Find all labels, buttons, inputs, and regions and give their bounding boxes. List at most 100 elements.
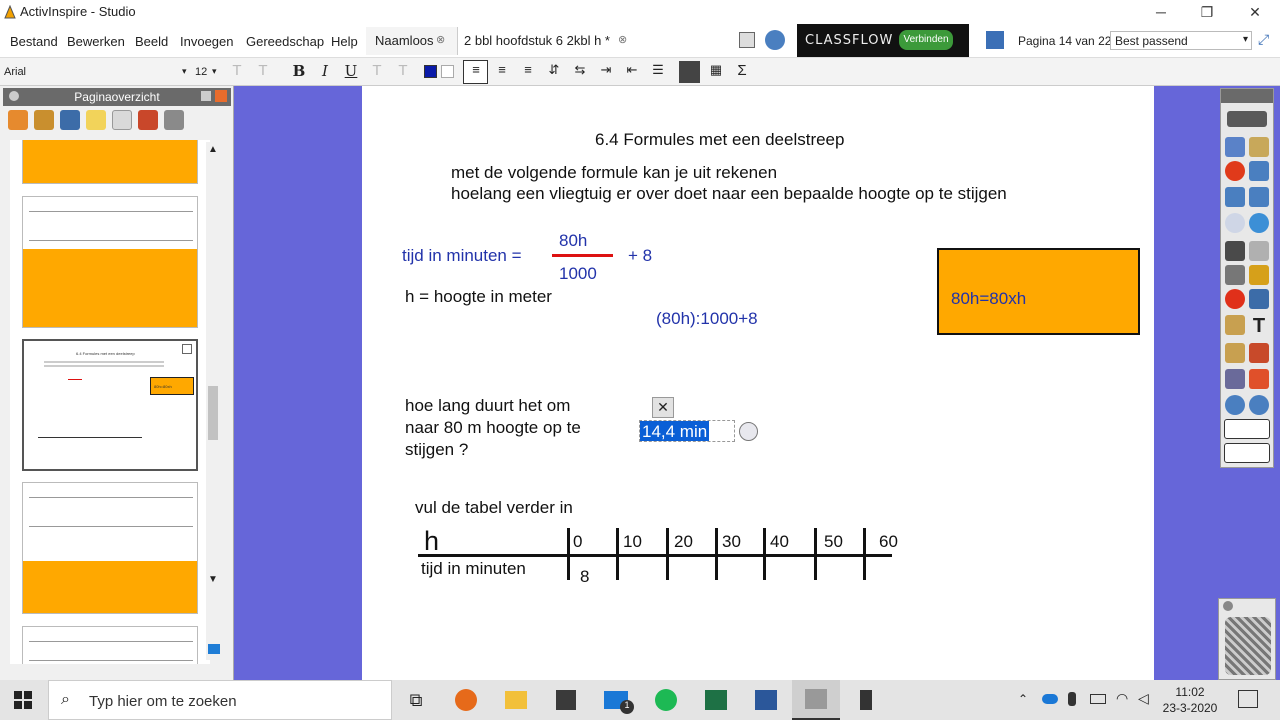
spacing-icon[interactable]: ⇆: [569, 62, 591, 82]
fullscreen-icon[interactable]: ⤢: [1258, 31, 1269, 48]
connect-button[interactable]: Verbinden: [899, 30, 953, 50]
page-browser-icon[interactable]: [8, 110, 28, 130]
text-edit-box[interactable]: 14,4 min: [639, 420, 735, 442]
tab-naamloos[interactable]: Naamloos ⊗: [366, 27, 458, 55]
answer-text-selected[interactable]: 14,4 min: [640, 421, 710, 441]
scrollbar-thumb[interactable]: [208, 386, 218, 440]
page-thumbnail[interactable]: [22, 626, 198, 664]
minimize-button[interactable]: ─: [1138, 0, 1184, 24]
bullet-list-icon[interactable]: ☰: [647, 62, 669, 82]
page-thumbnail-selected[interactable]: 6.4 Formules met een deelstreep 80h=80xh: [22, 339, 198, 471]
object-browser-icon[interactable]: [60, 110, 80, 130]
maximize-button[interactable]: ❐: [1184, 0, 1230, 24]
firefox-icon[interactable]: [442, 680, 490, 720]
resource-browser-icon[interactable]: [34, 110, 54, 130]
mail-icon[interactable]: [592, 680, 640, 720]
notes-browser-icon[interactable]: [86, 110, 106, 130]
page-thumbnail[interactable]: [22, 482, 198, 614]
clipboard-icon[interactable]: [1225, 343, 1245, 363]
subscript-icon[interactable]: T: [392, 62, 414, 82]
reset-icon[interactable]: [1225, 213, 1245, 233]
tab-active-document[interactable]: 2 bbl hoofdstuk 6 2kbl h * ⊗: [458, 27, 636, 55]
pen-icon[interactable]: [1225, 265, 1245, 285]
phone-icon[interactable]: [842, 680, 890, 720]
voting-browser-icon[interactable]: [164, 110, 184, 130]
word-icon[interactable]: [742, 680, 790, 720]
forward-icon[interactable]: [1249, 187, 1269, 207]
flipchart-icon[interactable]: [1249, 137, 1269, 157]
scroll-down-icon[interactable]: ▼: [208, 574, 218, 585]
redo-icon[interactable]: [1249, 395, 1269, 415]
text-color-button[interactable]: [424, 65, 437, 78]
panel-option-icon[interactable]: [215, 90, 227, 102]
align-center-icon[interactable]: ≡: [491, 62, 513, 82]
bold-button[interactable]: B: [288, 62, 310, 82]
scroll-up-icon[interactable]: ▲: [208, 144, 218, 155]
page-thumbnail[interactable]: [22, 140, 198, 184]
battery-icon[interactable]: [1090, 694, 1106, 704]
menu-help[interactable]: Help: [331, 34, 358, 49]
excel-icon[interactable]: [692, 680, 740, 720]
pen-width-selector[interactable]: [1224, 419, 1270, 439]
pen-color-selector[interactable]: [1224, 443, 1270, 463]
line-spacing-icon[interactable]: ⇵: [543, 62, 565, 82]
italic-button[interactable]: I: [314, 62, 336, 82]
align-right-icon[interactable]: ≡: [517, 62, 539, 82]
rotate-handle-icon[interactable]: [739, 422, 758, 441]
microphone-icon[interactable]: [1068, 692, 1076, 706]
select-icon[interactable]: [1225, 241, 1245, 261]
font-size-select[interactable]: 12: [195, 66, 207, 78]
text-tool-icon[interactable]: T: [1249, 315, 1269, 337]
fill-icon[interactable]: [1225, 315, 1245, 335]
web-icon[interactable]: [1249, 213, 1269, 233]
flipchart-page[interactable]: 6.4 Formules met een deelstreep met de v…: [362, 86, 1154, 680]
menu-beeld[interactable]: Beeld: [135, 34, 168, 49]
record-icon[interactable]: [1225, 161, 1245, 181]
volume-icon[interactable]: ◁: [1138, 690, 1149, 707]
grow-font-icon[interactable]: T: [226, 62, 248, 82]
notification-icon[interactable]: [1238, 690, 1258, 708]
outdent-icon[interactable]: ⇤: [621, 62, 643, 82]
rocket-icon[interactable]: [765, 30, 785, 50]
magic-icon[interactable]: [1249, 241, 1269, 261]
menu-gereedschap[interactable]: Gereedschap: [246, 34, 324, 49]
task-view-icon[interactable]: ⧉: [392, 680, 440, 720]
camera-icon[interactable]: [1249, 161, 1269, 181]
clock[interactable]: 11:02 23-3-2020: [1160, 684, 1220, 716]
store-icon[interactable]: [542, 680, 590, 720]
panel-close-icon[interactable]: [9, 91, 19, 101]
page-icon[interactable]: [1225, 137, 1245, 157]
table-icon[interactable]: ▦: [705, 62, 727, 82]
file-explorer-icon[interactable]: [492, 680, 540, 720]
timer-icon[interactable]: [1225, 369, 1245, 389]
shape-icon[interactable]: [1225, 289, 1245, 309]
refresh-icon[interactable]: [1249, 369, 1269, 389]
shrink-font-icon[interactable]: T: [252, 62, 274, 82]
indent-icon[interactable]: ⇥: [595, 62, 617, 82]
action-browser-icon[interactable]: [138, 110, 158, 130]
close-tab-icon[interactable]: ⊗: [436, 33, 445, 46]
document-icon[interactable]: [739, 32, 755, 48]
snowflake-icon[interactable]: [986, 31, 1004, 49]
undo-icon[interactable]: [1225, 395, 1245, 415]
activinspire-taskbar-icon[interactable]: [792, 680, 840, 720]
delete-object-button[interactable]: ✕: [652, 397, 674, 418]
fill-color-button[interactable]: [441, 65, 454, 78]
page-options-icon[interactable]: [182, 344, 192, 354]
menu-invoegen[interactable]: Invoegen: [180, 34, 234, 49]
wifi-icon[interactable]: ◠: [1116, 690, 1128, 707]
sum-icon[interactable]: Σ: [731, 62, 753, 82]
share-icon[interactable]: [1227, 111, 1267, 127]
spotify-icon[interactable]: [642, 680, 690, 720]
zoom-select[interactable]: Best passend ▾: [1110, 31, 1252, 50]
answer-box[interactable]: 80h=80xh: [937, 248, 1140, 335]
panel-pin-icon[interactable]: [201, 91, 211, 101]
zoom-slider[interactable]: [206, 590, 220, 660]
menu-bestand[interactable]: Bestand: [10, 34, 58, 49]
chevron-up-icon[interactable]: ⌃: [1018, 692, 1028, 706]
property-browser-icon[interactable]: [112, 110, 132, 130]
thumbnail-scrollbar[interactable]: ▲ ▼: [206, 142, 220, 590]
taskbar-search[interactable]: ⌕ Typ hier om te zoeken: [48, 680, 392, 720]
back-icon[interactable]: [1225, 187, 1245, 207]
folder-icon[interactable]: [1249, 343, 1269, 363]
